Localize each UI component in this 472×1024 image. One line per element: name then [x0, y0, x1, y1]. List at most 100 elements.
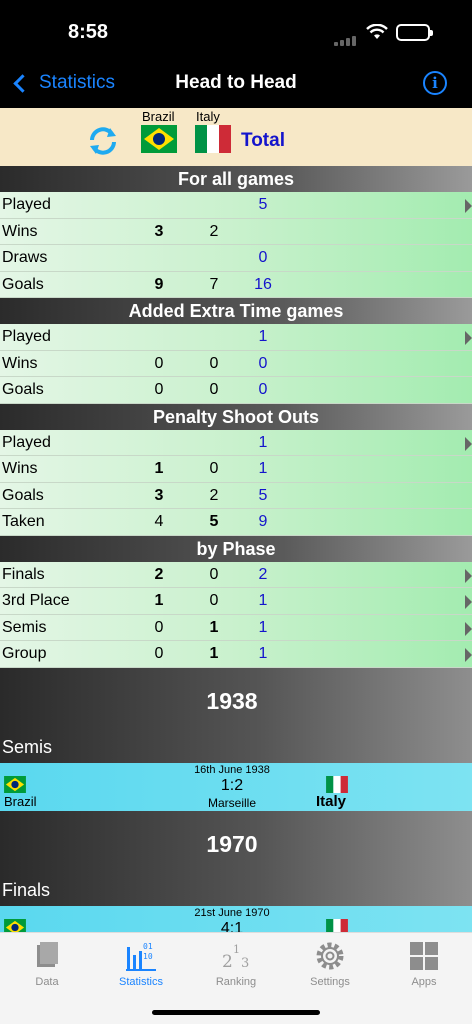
team-b-value: 5	[209, 513, 219, 530]
total-value: 1	[258, 592, 268, 609]
stat-row-played[interactable]: Played 1	[0, 429, 472, 456]
total-value: 1	[258, 645, 268, 662]
stat-row-semis[interactable]: Semis 0 1 1	[0, 614, 472, 641]
team-header: Brazil Italy Total	[0, 108, 472, 166]
italy-flag-icon	[326, 918, 348, 932]
data-icon	[37, 942, 58, 967]
tab-apps[interactable]: Apps	[389, 939, 459, 988]
tab-ranking[interactable]: 2 1 3 Ranking	[201, 939, 271, 988]
swap-teams-icon[interactable]	[86, 126, 120, 156]
tab-settings[interactable]: Settings	[295, 939, 365, 988]
team-a-value: 0	[154, 645, 164, 662]
tab-data[interactable]: Data	[12, 939, 82, 988]
total-value: 16	[254, 275, 272, 293]
phase-label: Finals	[2, 879, 51, 900]
row-label: Played	[2, 328, 51, 345]
stat-row-third-place[interactable]: 3rd Place 1 0 1	[0, 588, 472, 615]
team-b-value: 0	[209, 565, 219, 583]
info-icon[interactable]: i	[423, 71, 447, 95]
section-header-extra-time: Added Extra Time games	[0, 298, 472, 324]
team-b-value: 0	[209, 460, 219, 477]
brazil-flag-icon	[141, 125, 177, 153]
row-label: 3rd Place	[2, 592, 70, 609]
row-label: Played	[2, 196, 51, 213]
total-value: 1	[258, 433, 268, 451]
team-a-name: Brazil	[142, 109, 175, 124]
row-label: Wins	[2, 354, 38, 372]
status-time: 8:58	[68, 21, 109, 43]
match-venue: Marseille	[207, 795, 256, 810]
disclosure-arrow-icon	[465, 568, 472, 583]
stat-row-wins: Wins 0 0 0	[0, 350, 472, 377]
match-date: 16th June 1938	[194, 763, 270, 776]
disclosure-arrow-icon	[465, 199, 472, 213]
match-date: 21st June 1970	[194, 906, 270, 919]
team-a-value: 0	[154, 381, 164, 398]
phase-label: Semis	[2, 736, 53, 757]
head-to-head-content[interactable]: Brazil Italy Total For all games Played …	[0, 108, 472, 932]
team-a-value: 4	[154, 513, 164, 530]
total-value: 0	[258, 249, 268, 266]
match-card[interactable]: 21st June 1970 4:1	[0, 905, 472, 932]
svg-text:1: 1	[233, 943, 240, 956]
disclosure-arrow-icon	[465, 436, 472, 451]
italy-flag-icon	[195, 125, 231, 153]
total-value: 5	[258, 196, 268, 213]
row-label: Goals	[2, 381, 44, 398]
disclosure-arrow-icon	[465, 595, 472, 609]
total-label: Total	[241, 130, 285, 151]
row-label: Goals	[2, 275, 44, 293]
row-label: Group	[2, 645, 47, 662]
row-label: Goals	[2, 486, 44, 504]
match-score: 1:2	[220, 776, 244, 794]
team-a-value: 9	[154, 275, 164, 293]
tab-label: Data	[35, 976, 59, 988]
total-value: 2	[258, 565, 268, 583]
row-label: Taken	[2, 513, 45, 530]
stat-row-finals[interactable]: Finals 2 0 2	[0, 561, 472, 588]
row-label: Wins	[2, 460, 38, 477]
team-b-value: 1	[209, 645, 219, 662]
stat-row-played[interactable]: Played 1	[0, 324, 472, 351]
row-label: Played	[2, 433, 51, 451]
stat-row-group[interactable]: Group 0 1 1	[0, 641, 472, 668]
stat-row-goals: Goals 9 7 16	[0, 271, 472, 298]
total-value: 1	[258, 460, 268, 477]
status-bar: 8:58	[0, 0, 472, 62]
statistics-icon: 01 10	[126, 942, 156, 971]
team-b-value: 7	[209, 275, 219, 293]
home-indicator[interactable]	[152, 1010, 320, 1015]
year-label: 1970	[206, 830, 258, 857]
team-b-value: 0	[209, 381, 219, 398]
year-label: 1938	[206, 687, 258, 714]
match-card[interactable]: Brazil 16th June 1938 1:2 Marseille Ital…	[0, 762, 472, 811]
row-label: Wins	[2, 222, 38, 240]
stat-row-goals: Goals 0 0 0	[0, 377, 472, 404]
year-header: 1938 Semis	[0, 667, 472, 763]
team-b-value: 2	[209, 486, 219, 504]
team-b-value: 0	[209, 354, 219, 372]
apps-icon	[410, 942, 438, 970]
svg-text:01: 01	[143, 942, 153, 951]
team-a-value: 0	[154, 354, 164, 372]
page-title: Head to Head	[175, 72, 297, 93]
team-a-value: 0	[154, 618, 164, 636]
tab-statistics[interactable]: 01 10 Statistics	[106, 939, 176, 988]
team-a-value: 3	[154, 222, 164, 240]
stat-row-wins: Wins 1 0 1	[0, 456, 472, 483]
disclosure-arrow-icon	[465, 621, 472, 636]
navigation-bar: Statistics Head to Head i	[0, 62, 472, 108]
total-value: 1	[258, 618, 268, 636]
svg-text:3: 3	[241, 956, 249, 971]
disclosure-arrow-icon	[465, 648, 472, 662]
battery-icon	[396, 24, 433, 41]
italy-flag-icon	[326, 775, 348, 793]
stat-row-played[interactable]: Played 5	[0, 192, 472, 219]
wifi-icon	[366, 24, 388, 39]
total-value: 9	[258, 513, 268, 530]
team-b-value: 2	[209, 222, 219, 240]
ranking-icon: 2 1 3	[222, 943, 249, 972]
team-b-value: 0	[209, 592, 219, 609]
row-label: Draws	[2, 249, 48, 266]
team-a-value: 1	[154, 460, 164, 477]
